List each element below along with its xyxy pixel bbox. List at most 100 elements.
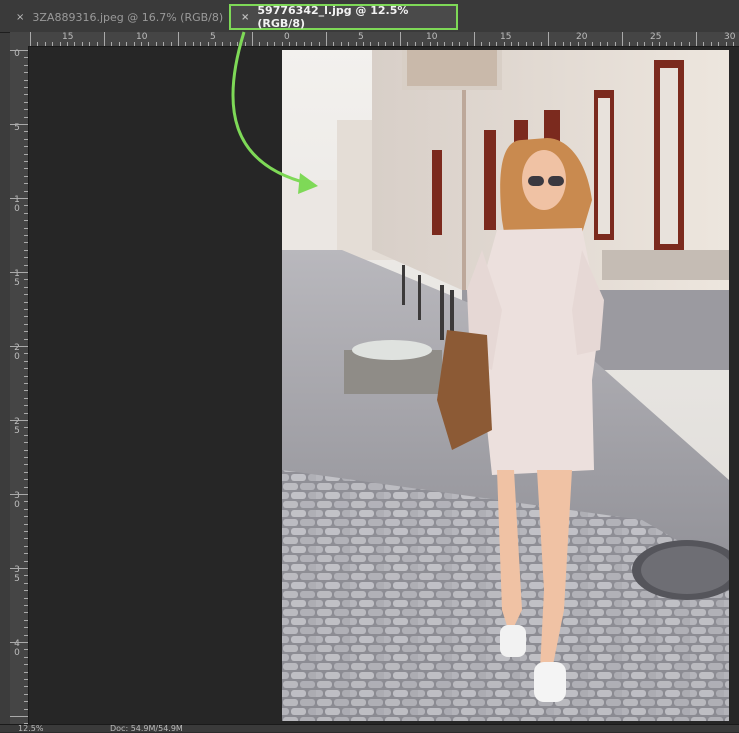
ruler-tick (24, 286, 28, 288)
close-tab-icon[interactable]: × (241, 12, 249, 23)
ruler-tick (24, 279, 28, 281)
ruler-tick (10, 124, 28, 125)
ruler-label: 5 (210, 32, 216, 42)
ruler-tick (24, 264, 28, 266)
ruler-tick (24, 368, 28, 370)
ruler-tick (118, 42, 120, 46)
close-tab-icon[interactable]: × (16, 12, 24, 23)
ruler-origin[interactable] (10, 32, 28, 46)
ruler-tick (24, 183, 28, 185)
ruler-tick (24, 708, 28, 710)
ruler-tick (348, 42, 350, 46)
ruler-tick (44, 42, 46, 46)
ruler-tick (24, 693, 28, 695)
ruler-tick (24, 242, 28, 244)
ruler-tick (24, 235, 28, 236)
ruler-tick (24, 79, 28, 81)
ruler-tick (24, 64, 28, 66)
ruler-tick (370, 42, 372, 46)
ruler-tick (24, 412, 28, 414)
ruler-tick (24, 109, 28, 111)
document-tab-bar: × 3ZA889316.jpeg @ 16.7% (RGB/8) × 59776… (0, 0, 739, 33)
ruler-tick (570, 42, 572, 46)
ruler-tick (496, 42, 498, 46)
ruler-tick (24, 72, 28, 74)
ruler-tick (185, 42, 187, 46)
ruler-tick (229, 42, 231, 46)
ruler-tick (24, 323, 28, 325)
ruler-tick (614, 42, 616, 46)
ruler-tick (555, 42, 557, 46)
ruler-tick (24, 383, 28, 384)
ruler-tick (710, 42, 712, 46)
ruler-tick (385, 42, 387, 46)
ruler-tick (24, 449, 28, 451)
ruler-label: 10 (426, 32, 438, 42)
ruler-tick (67, 42, 68, 46)
ruler-tick (24, 582, 28, 584)
ruler-tick (24, 590, 28, 592)
ruler-tick (407, 42, 409, 46)
ruler-tick (340, 42, 342, 46)
ruler-tick (133, 42, 135, 46)
ruler-tick (24, 161, 28, 162)
ruler-tick (326, 32, 327, 46)
ruler-tick (511, 42, 512, 46)
ruler-tick (540, 42, 542, 46)
document-tab-active[interactable]: × 59776342_l.jpg @ 12.5% (RGB/8) (229, 4, 458, 30)
tab-label: 3ZA889316.jpeg @ 16.7% (RGB/8) (32, 10, 224, 24)
ruler-tick (377, 42, 379, 46)
ruler-tick (24, 257, 28, 259)
ruler-tick (651, 42, 653, 46)
ruler-tick (24, 560, 28, 562)
ruler-tick (10, 50, 28, 51)
document-size: Doc: 54.9M/54.9M (110, 724, 183, 733)
horizontal-ruler[interactable]: 15 10 5 0 5 10 15 20 25 30 (28, 32, 739, 47)
ruler-tick (81, 42, 83, 46)
ruler-tick (10, 494, 28, 495)
ruler-tick (24, 501, 28, 503)
ruler-tick (24, 619, 28, 621)
ruler-tick (24, 168, 28, 170)
ruler-tick (24, 471, 28, 473)
ruler-tick (24, 627, 28, 629)
ruler-tick (24, 679, 28, 680)
ruler-tick (24, 538, 28, 540)
ruler-tick (24, 316, 28, 318)
ruler-label: 15 (500, 32, 512, 42)
ruler-tick (451, 42, 453, 46)
ruler-tick (533, 42, 535, 46)
ruler-tick (592, 42, 594, 46)
document-tab-inactive[interactable]: × 3ZA889316.jpeg @ 16.7% (RGB/8) (16, 6, 223, 28)
ruler-label: 20 (576, 32, 588, 42)
ruler-tick (24, 553, 28, 555)
ruler-tick (148, 42, 150, 46)
ruler-tick (24, 390, 28, 392)
ruler-tick (59, 42, 61, 46)
zoom-level[interactable]: 12.5% (18, 724, 43, 733)
ruler-tick (24, 301, 28, 303)
ruler-tick (24, 138, 28, 140)
ruler-tick (303, 42, 305, 46)
vertical-ruler[interactable]: 0 5 1 0 1 5 2 0 2 5 3 0 3 5 4 0 (10, 46, 29, 725)
ruler-label: 10 (136, 32, 148, 42)
photo-image[interactable] (282, 50, 729, 721)
ruler-tick (333, 42, 335, 46)
ruler-tick (24, 87, 28, 88)
ruler-tick (24, 486, 28, 488)
ruler-tick (24, 94, 28, 96)
ruler-tick (481, 42, 483, 46)
ruler-tick (24, 531, 28, 532)
ruler-tick (10, 568, 28, 569)
ruler-tick (24, 597, 28, 599)
ruler-tick (24, 375, 28, 377)
ruler-tick (488, 42, 490, 46)
ruler-tick (422, 42, 424, 46)
ruler-tick (24, 212, 28, 214)
ruler-tick (24, 220, 28, 222)
ruler-tick (718, 42, 720, 46)
ruler-tick (281, 42, 283, 46)
ruler-tick (363, 42, 364, 46)
ruler-tick (237, 42, 239, 46)
ruler-tick (400, 32, 401, 46)
